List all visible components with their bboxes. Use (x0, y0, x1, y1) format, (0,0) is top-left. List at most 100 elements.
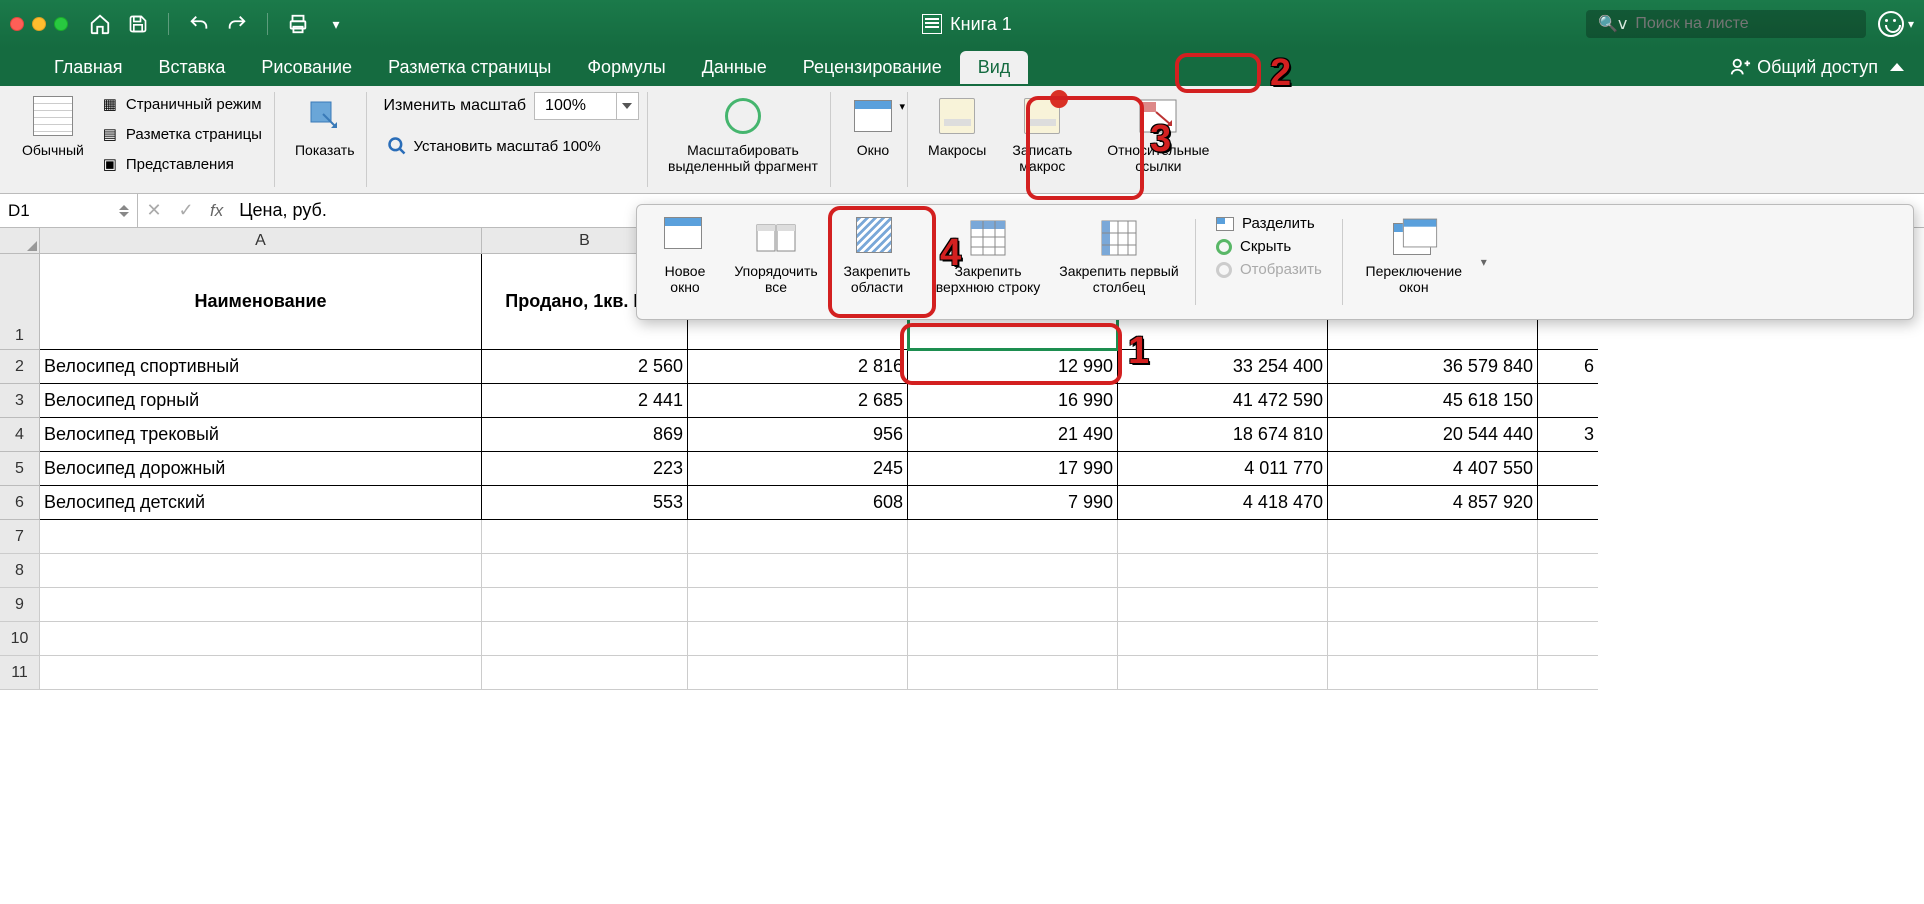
cell-F8[interactable] (1328, 554, 1538, 588)
cell-A4[interactable]: Велосипед трековый (40, 418, 482, 452)
cell-C5[interactable]: 245 (688, 452, 908, 486)
cell-F2[interactable]: 36 579 840 (1328, 350, 1538, 384)
feedback-dropdown-icon[interactable]: ▾ (1908, 17, 1914, 31)
custom-views-button[interactable]: ▣Представления (96, 152, 266, 176)
cell-D8[interactable] (908, 554, 1118, 588)
search-box[interactable]: 🔍ⅴ (1586, 10, 1866, 38)
row-header-3[interactable]: 3 (0, 384, 40, 418)
hide-button[interactable]: Скрыть (1216, 238, 1322, 255)
qat-more-icon[interactable]: ▾ (324, 12, 348, 36)
row-header-6[interactable]: 6 (0, 486, 40, 520)
show-button[interactable]: Показать (291, 92, 359, 160)
normal-view-button[interactable]: Обычный (18, 92, 88, 160)
cell-E10[interactable] (1118, 622, 1328, 656)
freeze-first-col-button[interactable]: Закрепить первый столбец (1055, 213, 1183, 311)
cell-B2[interactable]: 2 560 (482, 350, 688, 384)
new-window-button[interactable]: Новое окно (651, 213, 719, 311)
cell-F9[interactable] (1328, 588, 1538, 622)
zoom-100-button[interactable]: Установить масштаб 100% (383, 134, 638, 158)
row-header-5[interactable]: 5 (0, 452, 40, 486)
cell-B11[interactable] (482, 656, 688, 690)
tab-review[interactable]: Рецензирование (785, 51, 960, 84)
cell-G3[interactable] (1538, 384, 1598, 418)
switch-dropdown-icon[interactable]: ▾ (1481, 255, 1487, 269)
cell-E9[interactable] (1118, 588, 1328, 622)
row-header-11[interactable]: 11 (0, 656, 40, 690)
row-header-10[interactable]: 10 (0, 622, 40, 656)
fx-icon[interactable]: fx (202, 201, 231, 221)
arrange-all-button[interactable]: Упорядочить все (727, 213, 825, 311)
macros-button[interactable]: Макросы (924, 92, 990, 160)
cell-F6[interactable]: 4 857 920 (1328, 486, 1538, 520)
cell-G8[interactable] (1538, 554, 1598, 588)
minimize-window-button[interactable] (32, 17, 46, 31)
cell-B8[interactable] (482, 554, 688, 588)
cell-G6[interactable] (1538, 486, 1598, 520)
cell-B7[interactable] (482, 520, 688, 554)
cell-D3[interactable]: 16 990 (908, 384, 1118, 418)
tab-data[interactable]: Данные (684, 51, 785, 84)
freeze-panes-button[interactable]: Закрепить области (833, 213, 921, 311)
row-header-9[interactable]: 9 (0, 588, 40, 622)
page-layout-button[interactable]: ▤Разметка страницы (96, 122, 266, 146)
cell-B5[interactable]: 223 (482, 452, 688, 486)
cell-D11[interactable] (908, 656, 1118, 690)
cell-A5[interactable]: Велосипед дорожный (40, 452, 482, 486)
cell-A6[interactable]: Велосипед детский (40, 486, 482, 520)
home-icon[interactable] (88, 12, 112, 36)
zoom-dropdown-icon[interactable] (616, 93, 638, 119)
share-button[interactable]: Общий доступ (1729, 56, 1878, 78)
maximize-window-button[interactable] (54, 17, 68, 31)
undo-icon[interactable] (187, 12, 211, 36)
cell-F7[interactable] (1328, 520, 1538, 554)
tab-home[interactable]: Главная (36, 51, 141, 84)
cell-G9[interactable] (1538, 588, 1598, 622)
cell-E3[interactable]: 41 472 590 (1118, 384, 1328, 418)
cancel-formula-button[interactable]: ✕ (138, 200, 170, 221)
cell-G4[interactable]: 3 (1538, 418, 1598, 452)
cell-B9[interactable] (482, 588, 688, 622)
tab-draw[interactable]: Рисование (243, 51, 370, 84)
record-macro-button[interactable]: Записать макрос (998, 92, 1086, 176)
cell-E4[interactable]: 18 674 810 (1118, 418, 1328, 452)
cell-A2[interactable]: Велосипед спортивный (40, 350, 482, 384)
cell-F5[interactable]: 4 407 550 (1328, 452, 1538, 486)
accept-formula-button[interactable]: ✓ (170, 200, 202, 221)
row-header-7[interactable]: 7 (0, 520, 40, 554)
cell-C7[interactable] (688, 520, 908, 554)
cell-D7[interactable] (908, 520, 1118, 554)
cell-B6[interactable]: 553 (482, 486, 688, 520)
cell-C6[interactable]: 608 (688, 486, 908, 520)
redo-icon[interactable] (225, 12, 249, 36)
split-button[interactable]: Разделить (1216, 215, 1322, 232)
cell-C2[interactable]: 2 816 (688, 350, 908, 384)
zoom-selection-button[interactable]: Масштабировать выделенный фрагмент (664, 92, 822, 176)
cell-A9[interactable] (40, 588, 482, 622)
cell-B10[interactable] (482, 622, 688, 656)
cell-G7[interactable] (1538, 520, 1598, 554)
cell-D5[interactable]: 17 990 (908, 452, 1118, 486)
cell-G11[interactable] (1538, 656, 1598, 690)
col-header-A[interactable]: A (40, 228, 482, 254)
cell-C8[interactable] (688, 554, 908, 588)
row-header-2[interactable]: 2 (0, 350, 40, 384)
switch-windows-button[interactable]: Переключение окон (1355, 213, 1473, 311)
cell-C3[interactable]: 2 685 (688, 384, 908, 418)
cell-F3[interactable]: 45 618 150 (1328, 384, 1538, 418)
cell-E11[interactable] (1118, 656, 1328, 690)
feedback-icon[interactable] (1878, 11, 1904, 37)
name-box[interactable]: D1 (0, 194, 138, 227)
cell-E6[interactable]: 4 418 470 (1118, 486, 1328, 520)
tab-view[interactable]: Вид (960, 51, 1029, 84)
page-break-button[interactable]: ▦Страничный режим (96, 92, 266, 116)
cell-E8[interactable] (1118, 554, 1328, 588)
tab-page-layout[interactable]: Разметка страницы (370, 51, 569, 84)
cell-B4[interactable]: 869 (482, 418, 688, 452)
tab-formulas[interactable]: Формулы (569, 51, 683, 84)
cell-D4[interactable]: 21 490 (908, 418, 1118, 452)
cell-G10[interactable] (1538, 622, 1598, 656)
cell-A10[interactable] (40, 622, 482, 656)
row-header-1[interactable]: 1 (0, 254, 40, 350)
print-icon[interactable] (286, 12, 310, 36)
cell-C11[interactable] (688, 656, 908, 690)
